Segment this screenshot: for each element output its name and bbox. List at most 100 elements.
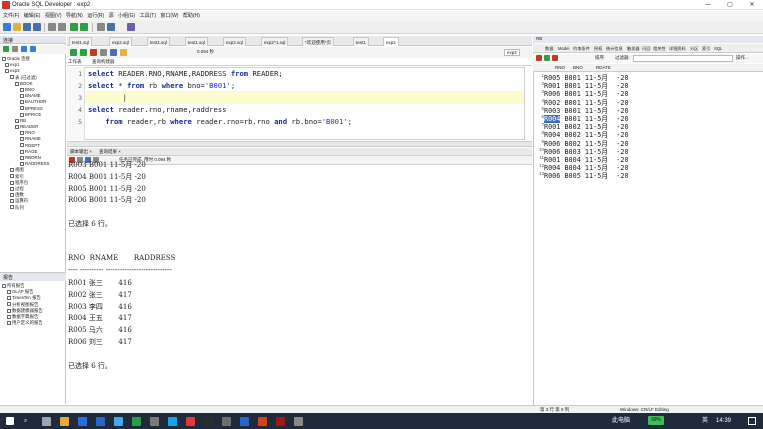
code-line[interactable]: select reader.rno,rname,raddress xyxy=(88,105,226,114)
delete-row-icon[interactable] xyxy=(552,55,558,61)
filter-icon[interactable] xyxy=(21,46,27,52)
ime-indicator[interactable]: 英 xyxy=(702,415,708,427)
tab-data[interactable]: 数据 xyxy=(545,46,553,52)
new-icon[interactable] xyxy=(3,23,11,31)
db-icon[interactable] xyxy=(107,23,115,31)
menu-run[interactable]: 运行(R) xyxy=(87,11,104,21)
tab-statistics[interactable]: 统计信息 xyxy=(606,46,623,52)
tab-constraints[interactable]: 约束条件 xyxy=(573,46,590,52)
tab-script-output[interactable]: 脚本输出 × xyxy=(70,149,92,155)
pin-icon[interactable] xyxy=(536,55,542,61)
add-connection-icon[interactable] xyxy=(3,46,9,52)
maximize-button[interactable]: ▢ xyxy=(719,0,741,10)
chat-icon[interactable] xyxy=(114,417,123,426)
report-item[interactable]: 用户定义的报告 xyxy=(2,320,66,326)
menu-file[interactable]: 文件(F) xyxy=(3,11,19,21)
tab-query-result[interactable]: 查询结果 × xyxy=(99,149,121,155)
word-icon[interactable] xyxy=(96,417,105,426)
panel-splitter[interactable] xyxy=(67,141,532,147)
store-icon[interactable] xyxy=(78,417,87,426)
app-icon[interactable] xyxy=(294,417,303,426)
open-icon[interactable] xyxy=(13,23,21,31)
oracle-sql-developer-icon[interactable] xyxy=(276,417,285,426)
app-icon[interactable] xyxy=(258,417,267,426)
tab-exp2-sql[interactable]: exp2.sql xyxy=(109,37,132,46)
cut-icon[interactable] xyxy=(48,23,56,31)
task-view-icon[interactable] xyxy=(42,417,51,426)
tab-worksheet[interactable]: 工作表 xyxy=(68,59,82,65)
run-icon[interactable] xyxy=(70,23,78,31)
minimize-button[interactable]: — xyxy=(697,0,719,10)
browser-icon[interactable] xyxy=(186,417,195,426)
tab-query-builder[interactable]: 查询构建器 xyxy=(92,59,115,65)
app-icon[interactable] xyxy=(150,417,159,426)
wechat-icon[interactable] xyxy=(132,417,141,426)
tab-details[interactable]: 详细资料 xyxy=(669,46,686,52)
tab-dependencies[interactable]: 相关性 xyxy=(653,46,666,52)
menu-help[interactable]: 帮助(H) xyxy=(183,11,200,21)
tab-grants[interactable]: 授权 xyxy=(594,46,602,52)
menu-navigate[interactable]: 导航(N) xyxy=(66,11,83,21)
column-header[interactable]: BNO xyxy=(573,65,583,70)
connection-select[interactable]: exp2 xyxy=(504,49,520,56)
tab-indexes[interactable]: 索引 xyxy=(702,46,710,52)
refresh-icon[interactable] xyxy=(12,46,18,52)
filter-input[interactable] xyxy=(633,55,733,62)
battery-indicator[interactable]: 99% xyxy=(648,416,664,425)
rollback-icon[interactable] xyxy=(100,49,107,56)
tab-test1-sql-2[interactable]: test1.sql xyxy=(147,37,170,46)
commit-icon[interactable] xyxy=(90,49,97,56)
debug-icon[interactable] xyxy=(80,23,88,31)
menu-view[interactable]: 视图(V) xyxy=(45,11,62,21)
actions-button[interactable]: 操作... xyxy=(736,55,749,61)
autotrace-icon[interactable] xyxy=(120,49,127,56)
tab-exp2-1-sql[interactable]: exp2^1.sql xyxy=(261,37,289,46)
tab-exp2-sql-2[interactable]: exp2.sql xyxy=(223,37,246,46)
tab-test1-sql[interactable]: test1.sql xyxy=(69,37,92,46)
windows-start-icon[interactable] xyxy=(6,417,14,425)
menu-team[interactable]: 小组(G) xyxy=(118,11,135,21)
code-line[interactable]: select READER.RNO,RNAME,RADDRESS from RE… xyxy=(88,69,283,78)
tab-test1[interactable]: test1 xyxy=(353,37,369,46)
app-icon[interactable] xyxy=(222,417,231,426)
app-icon[interactable] xyxy=(204,417,213,426)
tab-exp2[interactable]: exp2 xyxy=(383,37,399,46)
migrate-icon[interactable] xyxy=(97,23,105,31)
run-script-icon[interactable] xyxy=(80,49,87,56)
tab-welcome[interactable]: *欢迎使用*页 xyxy=(302,37,335,46)
save-all-icon[interactable] xyxy=(33,23,41,31)
schema-icon[interactable] xyxy=(30,46,36,52)
column-header[interactable]: RNO xyxy=(555,65,565,70)
run-statement-icon[interactable] xyxy=(70,49,77,56)
menu-edit[interactable]: 编辑(E) xyxy=(24,11,41,21)
file-explorer-icon[interactable] xyxy=(60,417,69,426)
menu-source[interactable]: 源 xyxy=(109,11,114,21)
explain-icon[interactable] xyxy=(110,49,117,56)
tab-flashback[interactable]: 闪回 xyxy=(642,46,650,52)
tab-sql[interactable]: SQL xyxy=(714,46,722,51)
tab-triggers[interactable]: 触发器 xyxy=(627,46,640,52)
qq-icon[interactable] xyxy=(168,417,177,426)
sort-button[interactable]: 排序 xyxy=(595,55,604,61)
clock[interactable]: 14:39 xyxy=(716,415,731,427)
notification-icon[interactable] xyxy=(748,417,756,425)
save-icon[interactable] xyxy=(23,23,31,31)
code-line[interactable]: select * from rb where bno='B001'; xyxy=(88,81,235,90)
add-row-icon[interactable] xyxy=(544,55,550,61)
tab-partitions[interactable]: 分区 xyxy=(690,46,698,52)
network-label[interactable]: 此电脑 xyxy=(612,415,630,427)
copy-icon[interactable] xyxy=(58,23,66,31)
menu-window[interactable]: 窗口(W) xyxy=(160,11,178,21)
tab-model[interactable]: Model xyxy=(558,46,569,51)
table-row[interactable]: R006 B005 11-5月 -20 xyxy=(544,170,629,180)
app-icon[interactable] xyxy=(240,417,249,426)
close-button[interactable]: ✕ xyxy=(741,0,763,10)
code-line[interactable]: | xyxy=(88,93,127,102)
tab-test1-sql-3[interactable]: test1.sql xyxy=(185,37,208,46)
search-icon[interactable]: ⌕ xyxy=(24,415,27,427)
menu-tools[interactable]: 工具(T) xyxy=(140,11,156,21)
column-header[interactable]: RDATE xyxy=(596,65,611,70)
tree-item[interactable]: 队列 xyxy=(2,205,66,211)
search-db-icon[interactable] xyxy=(127,23,135,31)
code-line[interactable]: from reader,rb where reader.rno=rb.rno a… xyxy=(88,117,352,126)
